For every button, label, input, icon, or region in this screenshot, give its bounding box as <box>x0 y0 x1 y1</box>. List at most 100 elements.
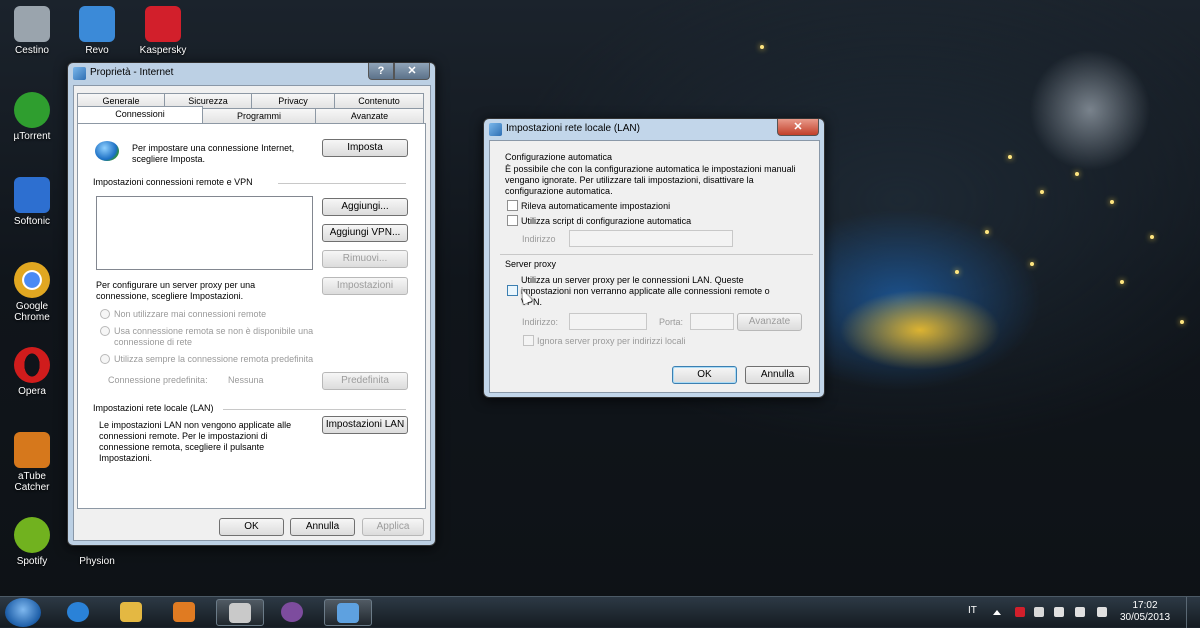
desktop-icon-revo[interactable]: Revo <box>67 6 127 56</box>
help-button[interactable]: ? <box>368 63 394 80</box>
proxy-address-field[interactable] <box>569 313 647 330</box>
radio-dial-when-absent[interactable] <box>100 326 110 336</box>
port-field[interactable] <box>690 313 734 330</box>
clock-time: 17:02 <box>1132 600 1158 611</box>
chrome-icon <box>14 262 50 298</box>
snipping-tool-icon <box>229 603 251 623</box>
tab-privacy[interactable]: Privacy <box>251 93 335 108</box>
clock[interactable]: 17:02 30/05/2013 <box>1120 600 1170 624</box>
language-indicator[interactable]: IT <box>968 605 977 616</box>
radio-never-dial[interactable] <box>100 309 110 319</box>
tray-app-icon[interactable] <box>1034 607 1044 617</box>
globe-icon <box>95 141 119 161</box>
taskbar-internet-explorer[interactable] <box>55 599 103 626</box>
default-connection-value: Nessuna <box>228 375 264 385</box>
proxy-server-section: Server proxy <box>505 259 557 269</box>
cancel-button[interactable]: Annulla <box>745 366 810 384</box>
impostazioni-button[interactable]: Impostazioni <box>322 277 408 295</box>
default-connection-label: Connessione predefinita: <box>108 375 208 385</box>
kaspersky-tray-icon[interactable] <box>1015 607 1025 617</box>
auto-script-checkbox[interactable] <box>507 215 518 226</box>
proxy-config-text: Per configurare un server proxy per una … <box>96 280 256 301</box>
cancel-button[interactable]: Annulla <box>290 518 355 536</box>
radio-always-dial-label: Utilizza sempre la connessione remota pr… <box>114 354 314 364</box>
impostazioni-lan-button[interactable]: Impostazioni LAN <box>322 416 408 434</box>
clock-date: 30/05/2013 <box>1120 612 1171 623</box>
bypass-local-label: Ignora server proxy per indirizzi locali <box>537 336 686 346</box>
close-button[interactable]: ✕ <box>777 119 819 136</box>
window-title: Proprietà - Internet <box>90 67 174 78</box>
taskbar: IT 17:02 30/05/2013 <box>0 596 1200 628</box>
radio-always-dial[interactable] <box>100 354 110 364</box>
media-player-icon <box>173 602 195 622</box>
remove-button[interactable]: Rimuovi... <box>322 250 408 268</box>
port-label: Porta: <box>659 317 684 327</box>
bypass-local-checkbox[interactable] <box>523 335 534 346</box>
spotify-icon <box>14 517 50 553</box>
tab-contenuto[interactable]: Contenuto <box>334 93 424 108</box>
action-center-flag-icon[interactable] <box>1054 607 1064 617</box>
show-desktop-button[interactable] <box>1186 597 1200 628</box>
internet-properties-window: Proprietà - Internet ? ✕ Generale Sicure… <box>67 62 436 546</box>
internet-properties-icon <box>337 603 359 623</box>
dialog-title: Impostazioni rete locale (LAN) <box>506 123 640 134</box>
detect-settings-label: Rileva automaticamente impostazioni <box>521 201 671 211</box>
network-icon <box>489 123 502 136</box>
start-button[interactable] <box>5 598 41 627</box>
taskbar-media-player[interactable] <box>161 599 209 626</box>
use-proxy-checkbox[interactable] <box>507 285 518 296</box>
lan-text: Le impostazioni LAN non vengono applicat… <box>99 420 292 463</box>
title-bar[interactable]: Impostazioni rete locale (LAN) ✕ <box>484 119 824 141</box>
lan-settings-dialog: Impostazioni rete locale (LAN) ✕ Configu… <box>483 118 825 398</box>
opera-icon <box>14 347 50 383</box>
desktop-icon-opera[interactable]: Opera <box>2 347 62 397</box>
setup-text: Per impostare una connessione Internet, … <box>132 143 295 164</box>
taskbar-windows-explorer[interactable] <box>108 599 156 626</box>
divider <box>500 254 813 255</box>
internet-explorer-icon <box>67 602 89 622</box>
ok-button[interactable]: OK <box>219 518 284 536</box>
advanced-button[interactable]: Avanzate <box>737 313 802 331</box>
desktop-icon-atube[interactable]: aTube Catcher <box>2 432 62 493</box>
ok-button[interactable]: OK <box>672 366 737 384</box>
title-bar[interactable]: Proprietà - Internet ? ✕ <box>68 63 435 85</box>
desktop-icon-kaspersky[interactable]: Kaspersky <box>133 6 193 56</box>
utorrent-icon <box>14 92 50 128</box>
tab-avanzate[interactable]: Avanzate <box>315 108 424 123</box>
desktop-icon-spotify[interactable]: Spotify <box>2 517 62 567</box>
taskbar-snipping-tool[interactable] <box>216 599 264 626</box>
show-hidden-icons-button[interactable] <box>993 610 1001 615</box>
divider <box>223 409 406 410</box>
taskbar-internet-properties[interactable] <box>324 599 372 626</box>
add-button[interactable]: Aggiungi... <box>322 198 408 216</box>
atube-catcher-icon <box>14 432 50 468</box>
tor-onion-icon <box>281 602 303 622</box>
desktop-icon-softonic[interactable]: Softonic <box>2 177 62 227</box>
dialup-section-title: Impostazioni connessioni remote e VPN <box>93 177 253 187</box>
proxy-address-label: Indirizzo: <box>522 317 559 327</box>
desktop-icon-chrome[interactable]: Google Chrome <box>2 262 62 323</box>
desktop-icon-recycle-bin[interactable]: Cestino <box>2 6 62 56</box>
connections-list[interactable] <box>96 196 313 270</box>
auto-config-section: Configurazione automatica <box>505 152 613 162</box>
network-icon[interactable] <box>1075 607 1085 617</box>
detect-settings-checkbox[interactable] <box>507 200 518 211</box>
taskbar-tor-browser[interactable] <box>269 599 317 626</box>
script-address-label: Indirizzo <box>522 234 556 244</box>
predefinita-button[interactable]: Predefinita <box>322 372 408 390</box>
script-address-field[interactable] <box>569 230 733 247</box>
close-button[interactable]: ✕ <box>394 63 430 80</box>
volume-icon[interactable] <box>1097 607 1107 617</box>
softonic-icon <box>14 177 50 213</box>
add-vpn-button[interactable]: Aggiungi VPN... <box>322 224 408 242</box>
desktop-icon-utorrent[interactable]: µTorrent <box>2 92 62 142</box>
radio-dial-when-absent-label: Usa connessione remota se non è disponib… <box>114 326 314 347</box>
recycle-bin-icon <box>14 6 50 42</box>
imposta-button[interactable]: Imposta <box>322 139 408 157</box>
use-proxy-label: Utilizza un server proxy per le connessi… <box>521 275 770 307</box>
tab-programmi[interactable]: Programmi <box>202 108 316 123</box>
tab-connessioni[interactable]: Connessioni <box>77 106 203 123</box>
divider <box>278 183 406 184</box>
auto-script-label: Utilizza script di configurazione automa… <box>521 216 692 226</box>
apply-button[interactable]: Applica <box>362 518 424 536</box>
